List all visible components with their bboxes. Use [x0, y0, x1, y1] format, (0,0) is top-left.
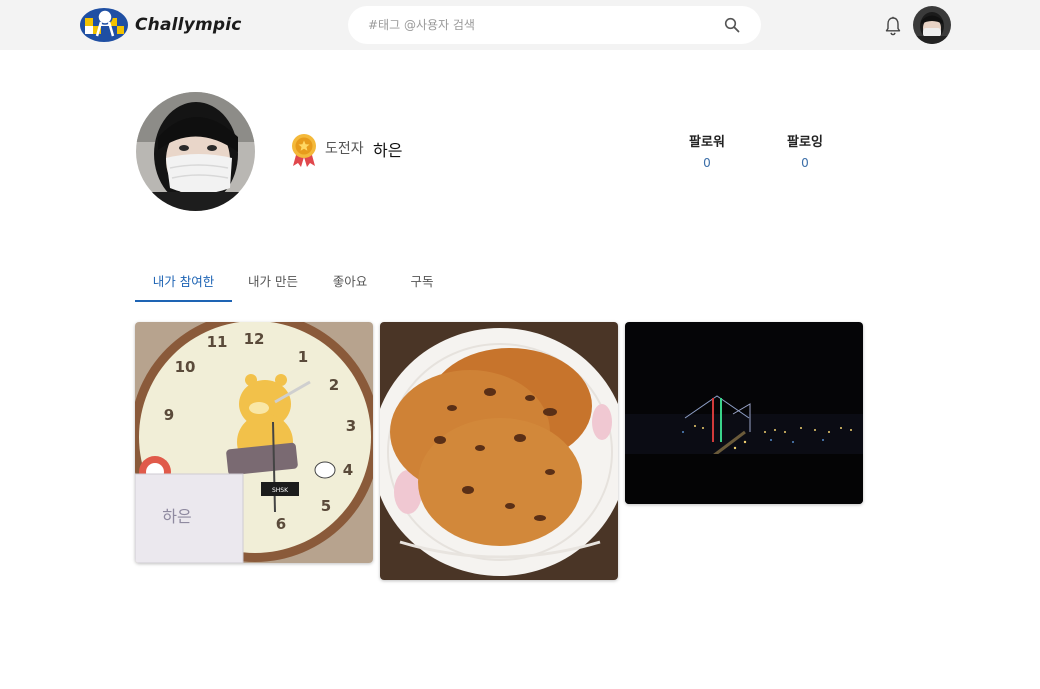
followers-count: 0: [703, 156, 711, 170]
tab-liked[interactable]: 좋아요: [314, 262, 386, 300]
avatar-photo: [913, 6, 951, 44]
top-navigation-bar: Challympic: [0, 0, 1040, 50]
svg-text:SHSK: SHSK: [272, 487, 289, 494]
post-card[interactable]: [380, 322, 618, 580]
profile-photo: [136, 92, 255, 211]
svg-text:12: 12: [244, 330, 265, 348]
svg-text:11: 11: [207, 333, 228, 351]
following-label: 팔로잉: [787, 135, 823, 150]
post-card[interactable]: 12 11 10 9 1 2 3 4 5 6 SHSK 하은: [135, 322, 373, 563]
username: 하은: [373, 141, 403, 160]
tab-subscribed[interactable]: 구독: [386, 262, 458, 300]
medal-icon: [292, 134, 316, 167]
svg-text:2: 2: [329, 376, 339, 394]
following-count: 0: [801, 156, 809, 170]
svg-text:5: 5: [321, 497, 331, 515]
post-image-clock: 12 11 10 9 1 2 3 4 5 6 SHSK 하은: [135, 322, 373, 563]
svg-text:1: 1: [298, 348, 308, 366]
svg-text:3: 3: [346, 417, 356, 435]
profile-avatar: [136, 92, 255, 211]
post-image-cookies: [380, 322, 618, 580]
svg-text:4: 4: [343, 461, 353, 479]
svg-text:10: 10: [175, 358, 196, 376]
rank-title: 도전자: [325, 141, 364, 157]
search-icon[interactable]: [724, 17, 740, 33]
user-avatar[interactable]: [913, 6, 951, 44]
followers-label: 팔로워: [689, 135, 725, 150]
tab-created[interactable]: 내가 만든: [232, 262, 314, 300]
search-bar: [348, 6, 761, 44]
logo-mark-icon: [80, 8, 128, 42]
bell-icon[interactable]: [884, 16, 902, 36]
post-image-night-bridge: [625, 322, 863, 504]
following-stat[interactable]: 팔로잉 0: [775, 131, 835, 170]
svg-text:9: 9: [164, 406, 174, 424]
svg-text:6: 6: [276, 515, 286, 533]
challympic-logo[interactable]: Challympic: [79, 6, 242, 44]
search-input[interactable]: [368, 6, 708, 44]
post-card[interactable]: [625, 322, 863, 504]
name-card-text: 하은: [162, 507, 191, 526]
followers-stat[interactable]: 팔로워 0: [677, 131, 737, 170]
tab-participated[interactable]: 내가 참여한: [135, 262, 232, 302]
brand-name: Challympic: [135, 15, 242, 35]
